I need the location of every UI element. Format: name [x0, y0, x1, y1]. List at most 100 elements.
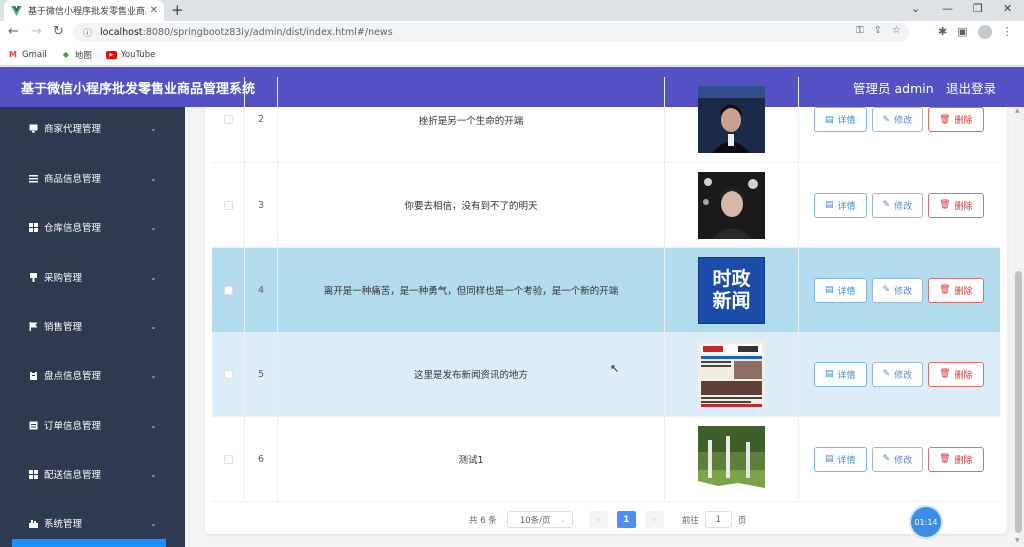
bookmark-star-icon[interactable]: ☆ [892, 25, 901, 36]
tab-search-icon[interactable]: ⌄ [911, 2, 920, 15]
sidebar-item-label: 仓库信息管理 [44, 223, 102, 234]
detail-button[interactable]: ▤ 详情 [814, 107, 867, 132]
bookmarks-bar: M Gmail ◆ 地图 ▶ YouTube [0, 44, 1024, 66]
detail-button[interactable]: ▤ 详情 [814, 277, 867, 303]
sidebar-item-products[interactable]: 商品信息管理 ⌄ [0, 168, 185, 188]
row-checkbox[interactable] [223, 285, 233, 295]
chevron-down-icon: ⌄ [150, 420, 157, 430]
forward-icon[interactable]: → [31, 25, 42, 39]
delete-button[interactable]: 🗑 删除 [928, 192, 984, 218]
table-row[interactable]: 6 测试1 ▤ 详情 ✎ 修改 🗑 删除 [212, 417, 1000, 502]
next-page-button[interactable]: › [644, 511, 664, 528]
close-window-icon[interactable]: ✕ [1003, 2, 1012, 15]
sidebar-item-delivery[interactable]: 配送信息管理 ⌄ [0, 464, 185, 484]
minimize-icon[interactable]: — [942, 2, 953, 15]
mouse-cursor-icon: ↖ [610, 362, 620, 375]
scroll-up-icon[interactable]: ▲ [1015, 107, 1020, 114]
extensions-icon[interactable]: ✱ [938, 25, 947, 39]
sidebar-item-inventory[interactable]: 盘点信息管理 ⌄ [0, 365, 185, 385]
pagination: 共 6 条 10条/页 ⌄ ‹ 1 › 前往 1 页 [469, 511, 746, 528]
row-image-portrait [698, 86, 765, 153]
bookmark-youtube[interactable]: ▶ YouTube [105, 50, 155, 60]
timer-badge[interactable]: 01:14 [911, 507, 941, 537]
new-tab-icon[interactable]: + [171, 2, 184, 18]
chevron-down-icon: ⌄ [150, 370, 157, 380]
share-icon[interactable]: ⇪ [874, 25, 882, 36]
row-checkbox[interactable] [223, 369, 233, 379]
table-row[interactable]: 3 你要去相信，没有到不了的明天 ▤ 详情 ✎ 修改 🗑 删除 [212, 163, 1000, 248]
profile-avatar[interactable] [977, 25, 992, 39]
edit-button[interactable]: ✎ 修改 [871, 277, 924, 303]
sidebar-item-warehouse[interactable]: 仓库信息管理 ⌄ [0, 217, 185, 237]
detail-button[interactable]: ▤ 详情 [814, 192, 867, 218]
pencil-icon: ✎ [882, 114, 891, 125]
chevron-down-icon: ⌄ [150, 469, 157, 479]
sidebar-item-orders[interactable]: 订单信息管理 ⌄ [0, 415, 185, 435]
sidebar-item-system[interactable]: 系统管理 ⌄ [0, 513, 185, 533]
gmail-icon: M [9, 50, 17, 59]
row-image-portrait [698, 171, 765, 239]
delete-button[interactable]: 🗑 删除 [928, 107, 984, 132]
goto-label: 前往 [681, 515, 699, 526]
sidebar-item-sales[interactable]: 销售管理 ⌄ [0, 316, 185, 336]
scroll-thumb[interactable] [1015, 271, 1022, 533]
row-title: 你要去相信，没有到不了的明天 [278, 163, 665, 247]
row-checkbox[interactable] [223, 454, 233, 464]
sidebar-item-purchase[interactable]: 采购管理 ⌄ [0, 267, 185, 287]
menu-dots-icon[interactable]: ⋮ [1002, 25, 1013, 39]
edit-button[interactable]: ✎ 修改 [871, 192, 924, 218]
delete-button[interactable]: 🗑 删除 [928, 446, 984, 472]
edit-button[interactable]: ✎ 修改 [871, 446, 924, 472]
sidebar-item-label: 订单信息管理 [44, 421, 102, 432]
url-path: :8080/springbootz83iy/admin/dist/index.h… [142, 27, 393, 38]
page-number-current[interactable]: 1 [616, 511, 636, 528]
delete-button[interactable]: 🗑 删除 [928, 361, 984, 387]
tab-title: 基于微信小程序批发零售业商品管 [28, 7, 146, 17]
pencil-icon: ✎ [882, 200, 891, 210]
pencil-icon: ✎ [882, 369, 891, 379]
sidebar-item-label: 销售管理 [44, 322, 83, 333]
grid-icon [29, 469, 38, 479]
document-icon: ▤ [825, 454, 834, 464]
prev-page-button[interactable]: ‹ [588, 511, 608, 528]
delete-button[interactable]: 🗑 删除 [928, 277, 984, 303]
document-icon: ▤ [825, 369, 834, 379]
sidebar-active-indicator [12, 539, 166, 547]
back-icon[interactable]: ← [8, 25, 19, 39]
address-bar: ← → ↻ ⓘ localhost:8080/springbootz83iy/a… [0, 21, 1024, 44]
table-row[interactable]: 5 这里是发布新闻资讯的地方 ▤ 详情 ✎ 修改 🗑 删除 [212, 332, 1000, 417]
row-checkbox[interactable] [223, 115, 233, 124]
reload-icon[interactable]: ↻ [53, 25, 64, 39]
chevron-down-icon: ⌄ [150, 272, 157, 282]
edit-button[interactable]: ✎ 修改 [871, 107, 924, 132]
key-icon[interactable]: ⚿ [856, 25, 864, 36]
maximize-icon[interactable]: ❐ [973, 2, 983, 15]
page-scrollbar[interactable]: ▲ ▼ [1013, 107, 1024, 547]
document-icon: ▤ [825, 285, 834, 295]
bookmark-gmail[interactable]: M Gmail [8, 50, 47, 60]
youtube-icon: ▶ [105, 50, 117, 59]
sidepanel-icon[interactable]: ▣ [957, 25, 967, 39]
edit-button[interactable]: ✎ 修改 [871, 361, 924, 387]
row-checkbox[interactable] [223, 200, 233, 210]
browser-tab[interactable]: 基于微信小程序批发零售业商品管 ✕ [4, 0, 164, 21]
detail-button[interactable]: ▤ 详情 [814, 361, 867, 387]
sidebar-item-label: 采购管理 [44, 273, 83, 284]
trash-icon: 🗑 [939, 200, 951, 210]
goto-page-input[interactable]: 1 [704, 511, 732, 528]
pencil-icon: ✎ [882, 454, 891, 464]
detail-button[interactable]: ▤ 详情 [814, 446, 867, 472]
bookmark-maps[interactable]: ◆ 地图 [61, 49, 92, 61]
row-title: 挫折是另一个生命的开端 [278, 77, 665, 162]
url-input[interactable]: ⓘ localhost:8080/springbootz83iy/admin/d… [73, 23, 909, 42]
scroll-down-icon[interactable]: ▼ [1015, 537, 1020, 544]
sidebar-item-merchant[interactable]: 商家代理管理 ⌄ [0, 118, 185, 138]
row-index: 6 [245, 417, 278, 501]
page-size-select[interactable]: 10条/页 ⌄ [506, 511, 573, 528]
browser-tabbar: 基于微信小程序批发零售业商品管 ✕ + ⌄ — ❐ ✕ [0, 0, 1024, 21]
table-row[interactable]: 4 离开是一种痛苦，是一种勇气，但同样也是一个考验，是一个新的开端 时政 新闻 … [212, 248, 1000, 333]
grid-icon [29, 222, 38, 232]
tab-close-icon[interactable]: ✕ [150, 5, 158, 16]
site-info-icon[interactable]: ⓘ [83, 26, 92, 39]
table-row[interactable]: 2 挫折是另一个生命的开端 ▤ 详情 ✎ 修改 🗑 删除 [212, 77, 1000, 163]
